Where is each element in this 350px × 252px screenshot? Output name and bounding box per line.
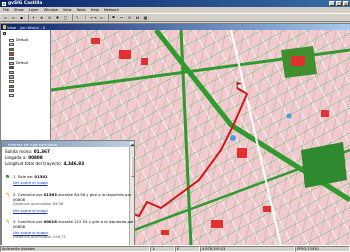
toc-layer[interactable]: ✓ bbox=[3, 32, 7, 36]
add-layer-icon[interactable]: + bbox=[30, 14, 37, 21]
menu-view[interactable]: View bbox=[63, 8, 72, 12]
app-title-bar: gvSIG Castilla _ □ × bbox=[0, 0, 350, 7]
status-bar: Aplicación Asdotes 1: E 4,878,393.03 EPS… bbox=[0, 245, 350, 252]
minimize-button[interactable]: _ bbox=[329, 1, 335, 6]
legend-swatch bbox=[9, 57, 14, 61]
step-street: 01363 bbox=[43, 192, 57, 197]
legend-swatch bbox=[9, 43, 14, 47]
menu-window[interactable]: Window bbox=[44, 8, 58, 12]
measure-icon[interactable]: ⟷ bbox=[90, 14, 97, 21]
close-button[interactable]: × bbox=[343, 1, 349, 6]
summary-label: Longitud total del trayecto: bbox=[5, 161, 63, 166]
select-icon[interactable]: ↖ bbox=[74, 14, 81, 21]
route-step: ↰ 3. Continúe por 00016 durante 212.54 y… bbox=[4, 219, 134, 240]
view-on-map-link[interactable]: Ver sobre el mapa bbox=[13, 180, 48, 185]
legend-swatch bbox=[9, 84, 14, 88]
zoom-in-icon[interactable]: ⊕ bbox=[38, 14, 45, 21]
menu-network[interactable]: Network bbox=[104, 8, 119, 12]
toolbar-separator bbox=[27, 14, 29, 21]
legend-swatch bbox=[9, 89, 14, 93]
turn-icon: ↰ bbox=[4, 219, 11, 226]
turn-icon: ↰ bbox=[4, 192, 11, 199]
route-step: ⚑ 1. Sale de: 01301 Ver sobre el mapa bbox=[4, 174, 48, 185]
network-icon[interactable]: ⋈ bbox=[134, 14, 141, 21]
layer-visibility-checkbox[interactable]: ✓ bbox=[3, 32, 7, 36]
view-on-map-link[interactable]: Ver sobre el mapa bbox=[13, 208, 48, 213]
view-title: View : (sin título) - 0 bbox=[7, 24, 46, 30]
flag-icon: ⚑ bbox=[4, 174, 11, 181]
info-icon[interactable]: i bbox=[82, 14, 89, 21]
summary-value: 4,346.83 bbox=[63, 161, 85, 166]
summary-value: 00808 bbox=[28, 155, 43, 160]
route-step: ↰ 2. Continúe por 01363 durante 84.58 y … bbox=[4, 192, 134, 213]
layer-legend: Default Default bbox=[9, 38, 28, 98]
route-report-title: Informe de ruta calculada bbox=[8, 141, 57, 147]
legend-label: Default bbox=[16, 38, 29, 43]
legend-swatch bbox=[9, 52, 14, 56]
accumulated-distance: Distancia acumulada: 84.58 bbox=[13, 202, 64, 206]
step-text: 1. Sale de: bbox=[13, 174, 34, 179]
view-window: View : (sin título) - 0 ✓ Default Default bbox=[0, 23, 350, 246]
legend-row bbox=[9, 93, 28, 98]
step-street: 01301 bbox=[34, 174, 48, 179]
status-scale: 1: bbox=[150, 246, 175, 252]
app-icon bbox=[2, 1, 6, 6]
legend-swatch bbox=[9, 70, 14, 75]
legend-swatch bbox=[9, 61, 14, 65]
area-icon[interactable]: ▱ bbox=[98, 14, 105, 21]
summary-label: Salida mono: bbox=[5, 149, 33, 154]
menu-help[interactable]: Help bbox=[91, 8, 99, 12]
legend-swatch bbox=[9, 75, 14, 79]
route-report-panel: Informe de ruta calculada × Salida mono:… bbox=[1, 140, 135, 246]
route-report-title-bar: Informe de ruta calculada × bbox=[2, 141, 134, 147]
legend-swatch bbox=[9, 47, 14, 52]
new-icon[interactable]: ▫ bbox=[2, 14, 9, 21]
toolbar: ▫ ▭ ▪ + ⊕ ⊖ ✥ ◻ ↖ i ⟷ ▱ ⚑ ⤳ ✕ ⋈ ▦ bbox=[0, 13, 350, 22]
status-units: E bbox=[175, 246, 200, 252]
menu-table[interactable]: Table bbox=[76, 8, 85, 12]
pan-icon[interactable]: ✥ bbox=[54, 14, 61, 21]
legend-swatch bbox=[9, 80, 14, 84]
summary-value: 01,367 bbox=[33, 149, 50, 154]
summary-label: Llegada a: bbox=[5, 155, 27, 160]
open-icon[interactable]: ▭ bbox=[10, 14, 17, 21]
app-title: gvSIG Castilla bbox=[8, 1, 43, 6]
flag-add-icon[interactable]: ⚑ bbox=[110, 14, 117, 21]
table-icon[interactable]: ▦ bbox=[142, 14, 149, 21]
menu-file[interactable]: File bbox=[3, 8, 9, 12]
scrollbar-thumb[interactable] bbox=[130, 155, 134, 177]
legend-swatch bbox=[9, 38, 14, 42]
legend-swatch bbox=[9, 93, 14, 98]
toolbar-separator bbox=[71, 14, 73, 21]
accumulated-distance: Distancia acumulada: 296.72 bbox=[13, 235, 66, 239]
status-message: Aplicación Asdotes bbox=[0, 246, 150, 252]
barrier-icon[interactable]: ✕ bbox=[126, 14, 133, 21]
step-street: 00016 bbox=[43, 219, 57, 224]
save-icon[interactable]: ▪ bbox=[18, 14, 25, 21]
route-icon[interactable]: ⤳ bbox=[118, 14, 125, 21]
route-summary: Salida mono: 01,367 Llegada a: 00808 Lon… bbox=[5, 149, 84, 167]
toolbar-separator bbox=[107, 14, 109, 21]
status-coordinates: 4,878,393.03 bbox=[200, 246, 295, 252]
maximize-button[interactable]: □ bbox=[336, 1, 342, 6]
legend-label: Default bbox=[16, 61, 29, 66]
legend-swatch bbox=[9, 66, 14, 70]
view-icon bbox=[2, 25, 6, 29]
menu-show[interactable]: Show bbox=[14, 8, 24, 12]
status-projection: EPSG:23030 bbox=[295, 246, 350, 252]
close-icon[interactable]: × bbox=[130, 141, 134, 146]
menu-layer[interactable]: Layer bbox=[29, 8, 39, 12]
full-extent-icon[interactable]: ◻ bbox=[62, 14, 69, 21]
table-of-contents: ✓ Default Default bbox=[1, 30, 51, 140]
zoom-out-icon[interactable]: ⊖ bbox=[46, 14, 53, 21]
